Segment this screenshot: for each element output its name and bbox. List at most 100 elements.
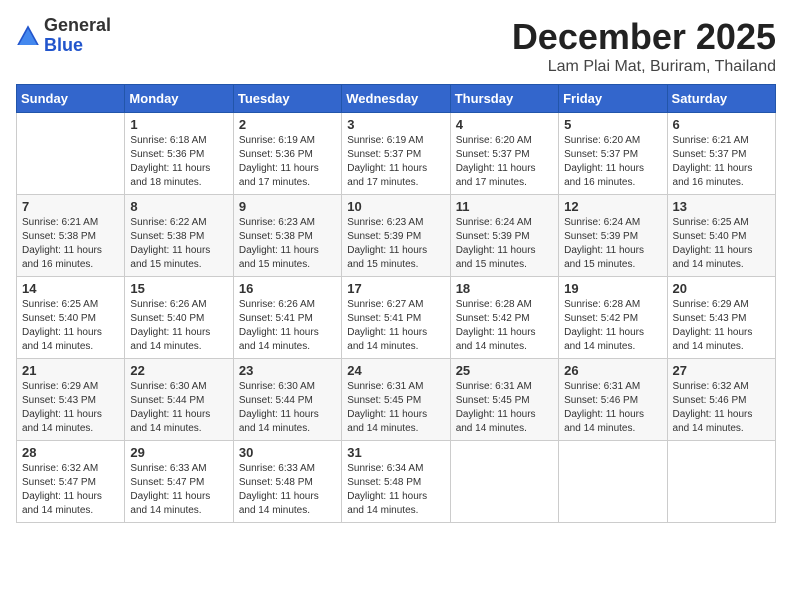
day-number: 22 [130,363,227,378]
day-info: Sunrise: 6:28 AM Sunset: 5:42 PM Dayligh… [456,298,553,354]
weekday-header-saturday: Saturday [667,85,775,113]
calendar-cell: 26Sunrise: 6:31 AM Sunset: 5:46 PM Dayli… [559,359,667,441]
day-info: Sunrise: 6:29 AM Sunset: 5:43 PM Dayligh… [22,380,119,436]
day-info: Sunrise: 6:21 AM Sunset: 5:37 PM Dayligh… [673,134,770,190]
calendar-cell: 12Sunrise: 6:24 AM Sunset: 5:39 PM Dayli… [559,195,667,277]
calendar-week-3: 14 Sunrise: 6:25 AM Sunset: 5:40 PM Dayli… [17,277,776,359]
calendar-week-5: 28 Sunrise: 6:32 AM Sunset: 5:47 PM Dayli… [17,441,776,523]
day-info: Sunrise: 6:23 AM Sunset: 5:38 PM Dayligh… [239,216,336,272]
day-number: 28 [22,445,119,460]
calendar-cell: 29Sunrise: 6:33 AM Sunset: 5:47 PM Dayli… [125,441,233,523]
day-info: Sunrise: 6:19 AM Sunset: 5:36 PM Dayligh… [239,134,336,190]
day-number: 20 [673,281,770,296]
day-info: Sunrise: 6:31 AM Sunset: 5:45 PM Dayligh… [347,380,444,436]
day-number: 10 [347,199,444,214]
weekday-header-monday: Monday [125,85,233,113]
calendar-cell: 15 Sunrise: 6:26 AM Sunset: 5:40 PM Dayli… [125,277,233,359]
calendar-cell: 24 Sunrise: 6:31 AM Sunset: 5:45 PM Dayli… [342,359,450,441]
logo-general-text: General [44,16,111,36]
day-number: 16 [239,281,336,296]
day-info: Sunrise: 6:32 AM Sunset: 5:47 PM Dayligh… [22,462,119,518]
day-info: Sunrise: 6:29 AM Sunset: 5:43 PM Dayligh… [673,298,770,354]
calendar-cell: 14 Sunrise: 6:25 AM Sunset: 5:40 PM Dayli… [17,277,125,359]
weekday-header-wednesday: Wednesday [342,85,450,113]
weekday-header-sunday: Sunday [17,85,125,113]
day-info: Sunrise: 6:27 AM Sunset: 5:41 PM Dayligh… [347,298,444,354]
calendar-week-4: 21 Sunrise: 6:29 AM Sunset: 5:43 PM Dayli… [17,359,776,441]
calendar-cell: 11Sunrise: 6:24 AM Sunset: 5:39 PM Dayli… [450,195,558,277]
calendar-cell: 23 Sunrise: 6:30 AM Sunset: 5:44 PM Dayli… [233,359,341,441]
weekday-header-row: SundayMondayTuesdayWednesdayThursdayFrid… [17,85,776,113]
logo: General Blue [16,16,111,56]
calendar-cell: 20 Sunrise: 6:29 AM Sunset: 5:43 PM Dayli… [667,277,775,359]
day-number: 18 [456,281,553,296]
calendar-cell: 21 Sunrise: 6:29 AM Sunset: 5:43 PM Dayli… [17,359,125,441]
calendar-cell: 4 Sunrise: 6:20 AM Sunset: 5:37 PM Daylig… [450,113,558,195]
calendar-week-1: 1Sunrise: 6:18 AM Sunset: 5:36 PM Daylig… [17,113,776,195]
day-number: 4 [456,117,553,132]
calendar-cell: 5 Sunrise: 6:20 AM Sunset: 5:37 PM Daylig… [559,113,667,195]
day-number: 14 [22,281,119,296]
calendar-cell [559,441,667,523]
day-number: 29 [130,445,227,460]
weekday-header-tuesday: Tuesday [233,85,341,113]
title-block: December 2025 Lam Plai Mat, Buriram, Tha… [512,16,776,76]
calendar-cell: 1Sunrise: 6:18 AM Sunset: 5:36 PM Daylig… [125,113,233,195]
month-title: December 2025 [512,16,776,58]
day-number: 23 [239,363,336,378]
day-number: 15 [130,281,227,296]
day-number: 30 [239,445,336,460]
day-info: Sunrise: 6:34 AM Sunset: 5:48 PM Dayligh… [347,462,444,518]
day-info: Sunrise: 6:30 AM Sunset: 5:44 PM Dayligh… [130,380,227,436]
calendar-cell: 31 Sunrise: 6:34 AM Sunset: 5:48 PM Dayli… [342,441,450,523]
calendar-cell: 25Sunrise: 6:31 AM Sunset: 5:45 PM Dayli… [450,359,558,441]
day-info: Sunrise: 6:21 AM Sunset: 5:38 PM Dayligh… [22,216,119,272]
calendar-cell: 27 Sunrise: 6:32 AM Sunset: 5:46 PM Dayli… [667,359,775,441]
day-info: Sunrise: 6:31 AM Sunset: 5:45 PM Dayligh… [456,380,553,436]
calendar-cell: 2Sunrise: 6:19 AM Sunset: 5:36 PM Daylig… [233,113,341,195]
calendar-cell: 13 Sunrise: 6:25 AM Sunset: 5:40 PM Dayli… [667,195,775,277]
calendar-cell [450,441,558,523]
calendar-table: SundayMondayTuesdayWednesdayThursdayFrid… [16,84,776,523]
day-info: Sunrise: 6:20 AM Sunset: 5:37 PM Dayligh… [564,134,661,190]
calendar-cell: 30 Sunrise: 6:33 AM Sunset: 5:48 PM Dayli… [233,441,341,523]
day-info: Sunrise: 6:26 AM Sunset: 5:40 PM Dayligh… [130,298,227,354]
day-info: Sunrise: 6:25 AM Sunset: 5:40 PM Dayligh… [673,216,770,272]
day-info: Sunrise: 6:32 AM Sunset: 5:46 PM Dayligh… [673,380,770,436]
day-number: 17 [347,281,444,296]
day-number: 21 [22,363,119,378]
calendar-cell: 3 Sunrise: 6:19 AM Sunset: 5:37 PM Daylig… [342,113,450,195]
day-number: 11 [456,199,553,214]
day-number: 13 [673,199,770,214]
calendar-cell: 6 Sunrise: 6:21 AM Sunset: 5:37 PM Daylig… [667,113,775,195]
day-info: Sunrise: 6:18 AM Sunset: 5:36 PM Dayligh… [130,134,227,190]
day-number: 9 [239,199,336,214]
day-number: 27 [673,363,770,378]
day-number: 5 [564,117,661,132]
calendar-cell: 7 Sunrise: 6:21 AM Sunset: 5:38 PM Daylig… [17,195,125,277]
day-number: 19 [564,281,661,296]
calendar-week-2: 7 Sunrise: 6:21 AM Sunset: 5:38 PM Daylig… [17,195,776,277]
day-info: Sunrise: 6:24 AM Sunset: 5:39 PM Dayligh… [564,216,661,272]
day-number: 3 [347,117,444,132]
day-info: Sunrise: 6:20 AM Sunset: 5:37 PM Dayligh… [456,134,553,190]
calendar-cell [667,441,775,523]
day-info: Sunrise: 6:25 AM Sunset: 5:40 PM Dayligh… [22,298,119,354]
day-info: Sunrise: 6:30 AM Sunset: 5:44 PM Dayligh… [239,380,336,436]
calendar-cell: 9 Sunrise: 6:23 AM Sunset: 5:38 PM Daylig… [233,195,341,277]
weekday-header-thursday: Thursday [450,85,558,113]
day-number: 6 [673,117,770,132]
calendar-cell: 18 Sunrise: 6:28 AM Sunset: 5:42 PM Dayli… [450,277,558,359]
day-number: 31 [347,445,444,460]
day-info: Sunrise: 6:31 AM Sunset: 5:46 PM Dayligh… [564,380,661,436]
day-number: 7 [22,199,119,214]
calendar-cell [17,113,125,195]
day-info: Sunrise: 6:19 AM Sunset: 5:37 PM Dayligh… [347,134,444,190]
page-header: General Blue December 2025 Lam Plai Mat,… [16,16,776,76]
calendar-cell: 8Sunrise: 6:22 AM Sunset: 5:38 PM Daylig… [125,195,233,277]
day-number: 24 [347,363,444,378]
day-info: Sunrise: 6:23 AM Sunset: 5:39 PM Dayligh… [347,216,444,272]
day-info: Sunrise: 6:28 AM Sunset: 5:42 PM Dayligh… [564,298,661,354]
day-info: Sunrise: 6:33 AM Sunset: 5:48 PM Dayligh… [239,462,336,518]
logo-text: General Blue [44,16,111,56]
